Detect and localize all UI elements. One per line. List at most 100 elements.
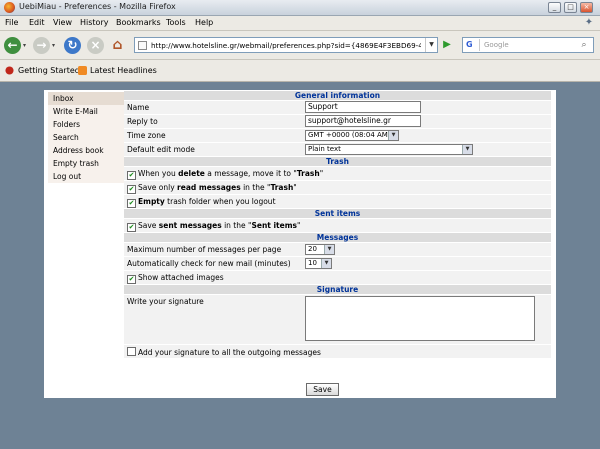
option-text: in the "	[240, 183, 271, 192]
chevron-down-icon[interactable]: ▼	[462, 145, 472, 154]
section-messages-heading: Messages	[124, 233, 551, 242]
max-messages-select[interactable]: 20 ▼	[305, 244, 335, 255]
sidebar-item-address-book[interactable]: Address book	[48, 144, 124, 157]
forward-arrow-icon[interactable]: →	[33, 37, 50, 54]
reply-to-row: Reply to support@hotelsline.gr	[124, 115, 551, 128]
stop-icon[interactable]: ×	[87, 37, 104, 54]
search-placeholder[interactable]: Google	[484, 41, 509, 49]
menu-edit[interactable]: Edit	[29, 18, 45, 27]
time-zone-select[interactable]: GMT +0000 (08:04 AM) ▼	[305, 130, 399, 141]
option-bold-text: Empty	[138, 197, 165, 206]
sidebar-item-folders[interactable]: Folders	[48, 118, 124, 131]
move-to-trash-checkbox[interactable]: ✔	[127, 171, 136, 180]
empty-trash-option: ✔ Empty trash folder when you logout	[127, 197, 276, 208]
show-images-checkbox[interactable]: ✔	[127, 275, 136, 284]
throbber-icon: ✦	[584, 17, 594, 28]
navigation-toolbar: ← ▾ → ▾ ↻ × ⌂ http://www.hotelsline.gr/w…	[0, 31, 600, 60]
sidebar-item-search[interactable]: Search	[48, 131, 124, 144]
option-text: "	[319, 169, 324, 178]
forward-dropdown-icon[interactable]: ▾	[52, 42, 55, 49]
save-button[interactable]: Save	[306, 383, 339, 396]
option-text: in the "	[221, 221, 252, 230]
option-text: trash folder when you logout	[164, 197, 276, 206]
time-zone-label: Time zone	[127, 131, 166, 140]
reload-icon[interactable]: ↻	[64, 37, 81, 54]
menu-bookmarks[interactable]: Bookmarks	[116, 18, 161, 27]
edit-mode-label: Default edit mode	[127, 145, 195, 154]
url-text[interactable]: http://www.hotelsline.gr/webmail/prefere…	[151, 41, 421, 50]
back-arrow-icon[interactable]: ←	[4, 37, 21, 54]
option-text: "	[293, 183, 297, 192]
menu-help[interactable]: Help	[195, 18, 213, 27]
sidebar-item-inbox[interactable]: Inbox	[48, 92, 124, 105]
maximize-button[interactable]: □	[564, 2, 577, 13]
url-bar[interactable]: http://www.hotelsline.gr/webmail/prefere…	[134, 37, 438, 53]
empty-trash-checkbox[interactable]: ✔	[127, 199, 136, 208]
trash-option-row: ✔ Save only read messages in the "Trash"	[124, 181, 551, 194]
check-mail-select[interactable]: 10 ▼	[305, 258, 332, 269]
url-dropdown-icon[interactable]: ▼	[425, 38, 437, 52]
sidebar-item-write-email[interactable]: Write E-Mail	[48, 105, 124, 118]
google-engine-icon[interactable]: G	[464, 39, 480, 51]
close-button[interactable]: ×	[580, 2, 593, 13]
back-dropdown-icon[interactable]: ▾	[23, 42, 26, 49]
chevron-down-icon[interactable]: ▼	[388, 131, 398, 140]
search-icon[interactable]: ⌕	[577, 39, 591, 51]
show-images-row: ✔ Show attached images	[124, 271, 551, 284]
reply-to-input[interactable]: support@hotelsline.gr	[305, 115, 421, 127]
go-icon[interactable]: ▶	[441, 39, 453, 51]
section-general-heading: General information	[124, 91, 551, 100]
name-label: Name	[127, 103, 150, 112]
option-bold-text: Trash	[270, 183, 294, 192]
option-bold-text: sent messages	[158, 221, 222, 230]
sidebar-nav: Inbox Write E-Mail Folders Search Addres…	[48, 92, 124, 183]
option-text: Save only	[138, 183, 178, 192]
menu-view[interactable]: View	[53, 18, 72, 27]
menu-history[interactable]: History	[80, 18, 108, 27]
time-zone-row: Time zone GMT +0000 (08:04 AM) ▼	[124, 129, 551, 142]
save-sent-checkbox[interactable]: ✔	[127, 223, 136, 232]
window-title: UebiMiau - Preferences - Mozilla Firefox	[19, 2, 176, 11]
check-mail-label: Automatically check for new mail (minute…	[127, 259, 291, 268]
bookmark-latest-headlines[interactable]: Latest Headlines	[90, 66, 157, 75]
menu-bar: File Edit View History Bookmarks Tools H…	[0, 16, 600, 31]
option-bold-text: Sent items	[251, 221, 297, 230]
option-text: Show attached images	[138, 273, 224, 282]
sidebar-item-empty-trash[interactable]: Empty trash	[48, 157, 124, 170]
signature-textarea[interactable]	[305, 296, 535, 341]
save-read-option: ✔ Save only read messages in the "Trash"	[127, 183, 297, 194]
chevron-down-icon[interactable]: ▼	[321, 259, 331, 268]
save-read-checkbox[interactable]: ✔	[127, 185, 136, 194]
option-text: a message, move it to "	[204, 169, 297, 178]
search-bar[interactable]: G Google ⌕	[462, 37, 594, 53]
sidebar-item-log-out[interactable]: Log out	[48, 170, 124, 183]
name-input[interactable]: Support	[305, 101, 421, 113]
bookmarks-toolbar: Getting Started Latest Headlines	[0, 60, 600, 82]
time-zone-value: GMT +0000 (08:04 AM)	[308, 131, 391, 139]
add-signature-row: Add your signature to all the outgoing m…	[124, 345, 551, 358]
edit-mode-row: Default edit mode Plain text ▼	[124, 143, 551, 156]
menu-file[interactable]: File	[5, 18, 18, 27]
edit-mode-select[interactable]: Plain text ▼	[305, 144, 473, 155]
check-mail-row: Automatically check for new mail (minute…	[124, 257, 551, 270]
window-titlebar: UebiMiau - Preferences - Mozilla Firefox…	[0, 0, 600, 16]
rss-feed-icon	[78, 66, 87, 75]
max-messages-value: 20	[308, 245, 317, 253]
option-bold-text: Trash	[296, 169, 320, 178]
signature-label: Write your signature	[127, 297, 204, 306]
bookmark-getting-started[interactable]: Getting Started	[18, 66, 80, 75]
add-signature-checkbox[interactable]	[127, 347, 136, 356]
reply-to-label: Reply to	[127, 117, 158, 126]
webmail-page: Inbox Write E-Mail Folders Search Addres…	[44, 90, 556, 398]
section-trash-heading: Trash	[124, 157, 551, 166]
save-sent-option: ✔ Save sent messages in the "Sent items"	[127, 221, 300, 232]
option-text: When you	[138, 169, 179, 178]
name-row: Name Support	[124, 101, 551, 114]
move-to-trash-option: ✔ When you delete a message, move it to "…	[127, 169, 323, 180]
option-text: Add your signature to all the outgoing m…	[138, 348, 321, 357]
chevron-down-icon[interactable]: ▼	[324, 245, 334, 254]
menu-tools[interactable]: Tools	[166, 18, 186, 27]
home-icon[interactable]: ⌂	[109, 37, 126, 54]
option-bold-text: delete	[178, 169, 205, 178]
minimize-button[interactable]: _	[548, 2, 561, 13]
